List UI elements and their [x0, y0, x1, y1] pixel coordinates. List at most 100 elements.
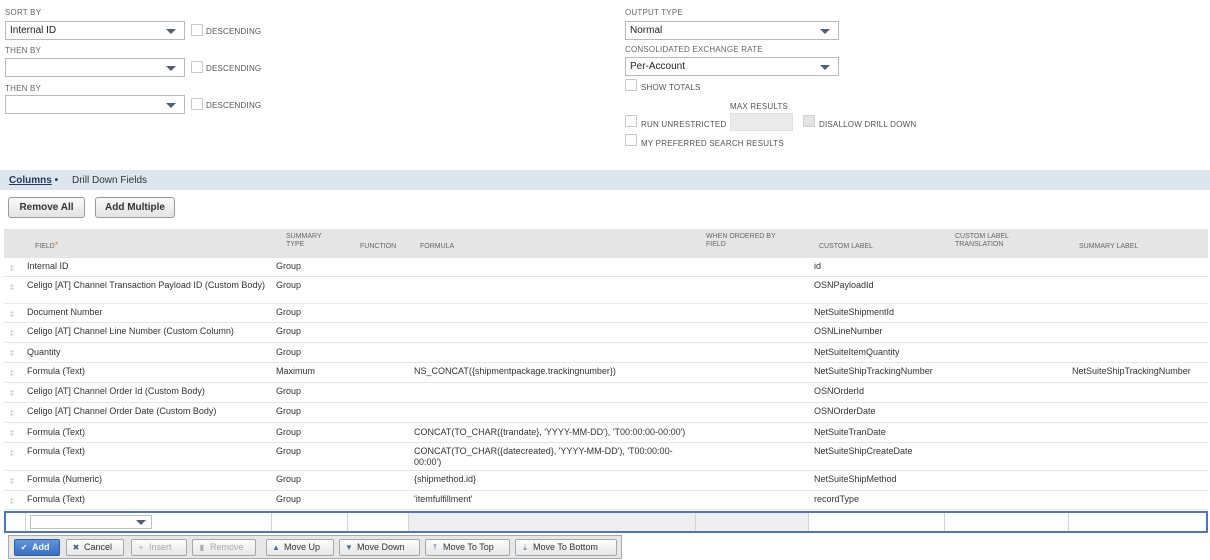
header-field[interactable]: FIELD*	[35, 241, 58, 251]
drag-handle-icon[interactable]	[10, 390, 14, 396]
subtab-bar: Columns • Drill Down Fields	[0, 170, 1210, 190]
summary-label-cell[interactable]	[1069, 513, 1206, 531]
table-row[interactable]: Internal ID Group id	[4, 258, 1208, 277]
trash-icon: ▮	[199, 543, 205, 552]
exchange-rate-label: CONSOLIDATED EXCHANGE RATE	[625, 45, 763, 54]
move-down-button[interactable]: ▼ Move Down	[339, 539, 420, 556]
move-bottom-icon: ⤓	[523, 543, 527, 552]
grid-header: FIELD* SUMMARY TYPE FUNCTION FORMULA WHE…	[4, 229, 1208, 258]
new-row-editor[interactable]	[4, 511, 1208, 533]
table-row[interactable]: Formula (Text) Group CONCAT(TO_CHAR({dat…	[4, 443, 1208, 471]
exchange-rate-select[interactable]: Per-Account	[625, 57, 839, 76]
drag-handle-icon[interactable]	[10, 265, 14, 271]
output-type-value: Normal	[630, 25, 663, 36]
chevron-down-icon	[166, 66, 176, 71]
max-results-input[interactable]	[730, 113, 793, 131]
function-cell[interactable]	[348, 513, 409, 531]
then-by-1-select[interactable]	[5, 58, 185, 77]
table-row[interactable]: Quantity Group NetSuiteItemQuantity	[4, 343, 1208, 363]
remove-all-button[interactable]: Remove All	[8, 197, 85, 218]
header-custom-label-translation[interactable]: CUSTOM LABEL TRANSLATION	[955, 233, 1009, 249]
sort-by-descending-checkbox[interactable]	[191, 24, 203, 36]
add-multiple-button[interactable]: Add Multiple	[95, 197, 175, 218]
arrow-up-icon: ▲	[272, 543, 280, 552]
run-unrestricted-checkbox[interactable]	[625, 115, 637, 127]
drag-handle-icon[interactable]	[10, 350, 14, 356]
drag-handle-icon[interactable]	[10, 330, 14, 336]
exchange-rate-value: Per-Account	[630, 61, 686, 72]
output-type-select[interactable]: Normal	[625, 21, 839, 40]
chevron-down-icon	[820, 65, 830, 70]
when-ordered-cell[interactable]	[696, 513, 809, 531]
table-row[interactable]: Formula (Text) Group CONCAT(TO_CHAR({tra…	[4, 423, 1208, 443]
header-custom-label[interactable]: CUSTOM LABEL	[819, 243, 873, 251]
plus-icon: +	[138, 543, 144, 552]
drag-handle-icon[interactable]	[10, 498, 14, 504]
table-row[interactable]: Formula (Numeric) Group {shipmethod.id} …	[4, 471, 1208, 491]
table-row[interactable]: Celigo [AT] Channel Transaction Payload …	[4, 277, 1208, 304]
then-by-2-select[interactable]	[5, 95, 185, 114]
chevron-down-icon	[820, 29, 830, 34]
drag-handle-icon[interactable]	[10, 410, 14, 416]
drag-handle-icon[interactable]	[10, 430, 14, 436]
header-formula[interactable]: FORMULA	[420, 243, 454, 251]
max-results-label: MAX RESULTS	[730, 102, 789, 111]
cancel-button[interactable]: ✖ Cancel	[66, 539, 124, 556]
move-top-icon: ⤒	[433, 543, 437, 552]
header-summary-type[interactable]: SUMMARY TYPE	[286, 233, 322, 249]
then-by-2-label: THEN BY	[5, 84, 42, 93]
sort-by-value: Internal ID	[10, 25, 57, 36]
then-by-1-descending-checkbox[interactable]	[191, 61, 203, 73]
disallow-drill-down-checkbox[interactable]	[803, 115, 815, 127]
translation-cell[interactable]	[945, 513, 1069, 531]
drag-handle-icon[interactable]	[10, 284, 14, 290]
drag-handle-icon[interactable]	[10, 311, 14, 317]
header-function[interactable]: FUNCTION	[360, 243, 396, 251]
table-row[interactable]: Celigo [AT] Channel Order Id (Custom Bod…	[4, 383, 1208, 403]
sort-by-descending-label: DESCENDING	[206, 27, 262, 36]
drag-handle-icon[interactable]	[10, 478, 14, 484]
move-to-bottom-button[interactable]: ⤓ Move To Bottom	[515, 539, 617, 556]
insert-button[interactable]: + Insert	[131, 539, 187, 556]
sort-by-label: SORT BY	[5, 8, 42, 17]
custom-label-cell[interactable]	[809, 513, 945, 531]
tab-columns[interactable]: Columns •	[9, 175, 58, 186]
then-by-2-descending-label: DESCENDING	[206, 101, 262, 110]
check-icon: ✔	[20, 543, 28, 552]
chevron-down-icon	[136, 520, 146, 525]
arrow-down-icon: ▼	[345, 543, 353, 552]
disallow-drill-down-label: DISALLOW DRILL DOWN	[819, 120, 917, 129]
close-icon: ✖	[72, 543, 80, 552]
drag-handle-icon[interactable]	[10, 370, 14, 376]
chevron-down-icon	[166, 29, 176, 34]
tab-drill-down-fields[interactable]: Drill Down Fields	[72, 175, 147, 186]
summary-type-cell[interactable]	[272, 513, 348, 531]
preferred-results-checkbox[interactable]	[625, 134, 637, 146]
active-tab-dot: •	[54, 175, 59, 186]
show-totals-checkbox[interactable]	[625, 79, 637, 91]
add-button[interactable]: ✔ Add	[14, 539, 60, 556]
table-row[interactable]: Formula (Text) Group 'itemfulfillment' r…	[4, 491, 1208, 510]
chevron-down-icon	[166, 103, 176, 108]
move-up-button[interactable]: ▲ Move Up	[266, 539, 334, 556]
formula-cell[interactable]	[409, 513, 696, 531]
table-row[interactable]: Celigo [AT] Channel Order Date (Custom B…	[4, 403, 1208, 423]
then-by-2-descending-checkbox[interactable]	[191, 98, 203, 110]
table-row[interactable]: Celigo [AT] Channel Line Number (Custom …	[4, 323, 1208, 343]
field-select[interactable]	[26, 513, 272, 531]
table-row[interactable]: Formula (Text) Maximum NS_CONCAT({shipme…	[4, 363, 1208, 383]
output-type-label: OUTPUT TYPE	[625, 8, 683, 17]
show-totals-label: SHOW TOTALS	[641, 83, 701, 92]
header-summary-label[interactable]: SUMMARY LABEL	[1079, 243, 1138, 251]
move-to-top-button[interactable]: ⤒ Move To Top	[425, 539, 510, 556]
drag-handle-icon[interactable]	[10, 450, 14, 456]
table-row[interactable]: Document Number Group NetSuiteShipmentId	[4, 304, 1208, 323]
remove-button[interactable]: ▮ Remove	[192, 539, 256, 556]
then-by-1-label: THEN BY	[5, 46, 42, 55]
required-mark: *	[54, 240, 59, 250]
sort-by-select[interactable]: Internal ID	[5, 21, 185, 40]
preferred-results-label: MY PREFERRED SEARCH RESULTS	[641, 139, 784, 148]
then-by-1-descending-label: DESCENDING	[206, 64, 262, 73]
header-when-ordered-by-field[interactable]: WHEN ORDERED BY FIELD	[706, 233, 776, 249]
row-action-bar: ✔ Add ✖ Cancel + Insert ▮ Remove ▲ Move Up ▼ M…	[8, 535, 622, 559]
